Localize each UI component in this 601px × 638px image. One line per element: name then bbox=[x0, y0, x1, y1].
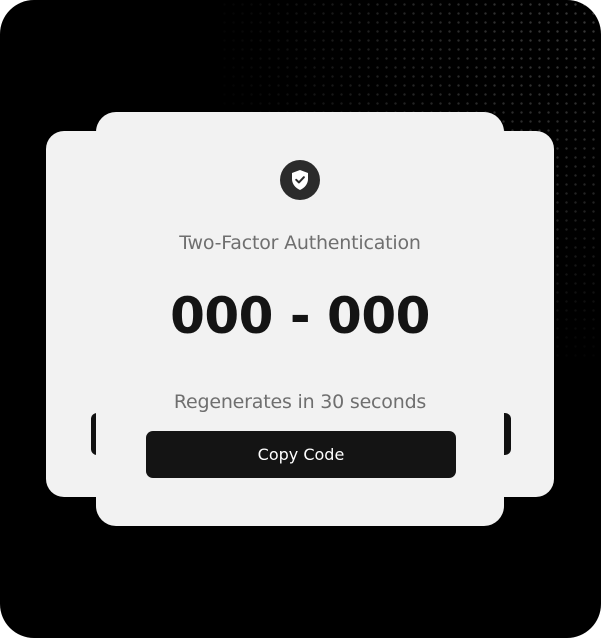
app-frame: Two-Factor Authentication 000 - 000 Rege… bbox=[0, 0, 601, 638]
card-title: Two-Factor Authentication bbox=[179, 232, 421, 254]
verification-code: 000 - 000 bbox=[170, 287, 430, 345]
shield-check-icon-glyph bbox=[292, 170, 308, 190]
two-factor-card: Two-Factor Authentication 000 - 000 Rege… bbox=[96, 112, 504, 526]
copy-code-button[interactable]: Copy Code bbox=[146, 431, 456, 478]
shield-check-icon bbox=[280, 160, 320, 200]
regenerate-countdown: Regenerates in 30 seconds bbox=[173, 391, 427, 413]
